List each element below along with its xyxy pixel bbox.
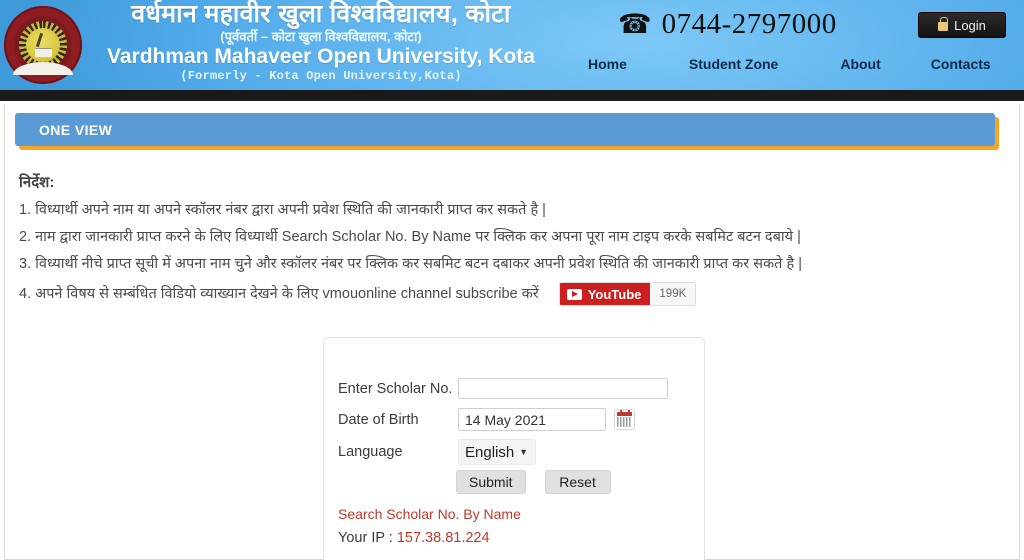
telephone-icon: ☎ xyxy=(618,9,652,39)
one-view-header-bar: ONE VIEW xyxy=(15,113,995,146)
logo-core xyxy=(26,28,60,62)
header-divider xyxy=(0,90,1024,101)
logo-book-icon xyxy=(34,48,52,57)
login-button-label: Login xyxy=(954,17,986,33)
calendar-header-bar xyxy=(617,412,632,416)
youtube-subscriber-count: 199K xyxy=(650,283,696,306)
page-container: ONE VIEW निर्देश: 1. विध्यार्थी अपने नाम… xyxy=(4,104,1020,560)
page-title: ONE VIEW xyxy=(39,121,113,138)
instruction-line-4: 4. अपने विषय से सम्बंधित विडियो व्याख्या… xyxy=(19,286,539,303)
youtube-play-icon xyxy=(566,288,582,300)
youtube-label: YouTube xyxy=(587,286,642,302)
login-button[interactable]: Login xyxy=(918,12,1006,38)
youtube-subscribe-badge[interactable]: YouTube 199K xyxy=(558,282,697,307)
search-by-name-row: Search Scholar No. By Name xyxy=(338,506,521,522)
ip-value: 157.38.81.224 xyxy=(396,530,490,546)
submit-button[interactable]: Submit xyxy=(456,470,526,494)
language-select[interactable]: English ▼ xyxy=(458,439,536,465)
vmou-emblem-logo xyxy=(4,6,82,84)
instructions-heading: निर्देश: xyxy=(19,174,55,191)
instruction-line-2: 2. नाम द्वारा जानकारी प्राप्त करने के लि… xyxy=(19,229,801,246)
university-former-name-english: (Formerly - Kota Open University,Kota) xyxy=(180,69,462,83)
ip-label: Your IP : xyxy=(338,530,393,546)
search-scholar-by-name-link[interactable]: Search Scholar No. By Name xyxy=(338,506,521,522)
site-header: वर्धमान महावीर खुला विश्वविद्यालय, कोटा … xyxy=(0,0,1024,90)
form-actions: Submit Reset xyxy=(456,470,611,494)
calendar-grid xyxy=(617,417,632,427)
instructions-section: निर्देश: 1. विध्यार्थी अपने नाम या अपने … xyxy=(19,172,979,307)
logo-torch-icon xyxy=(35,32,44,48)
scholar-number-label: Enter Scholar No. xyxy=(338,380,453,397)
nav-item-contacts[interactable]: Contacts xyxy=(931,56,991,72)
language-selected-value: English xyxy=(465,443,515,461)
logo-gear-ring xyxy=(19,21,67,69)
calendar-icon[interactable] xyxy=(614,409,635,430)
date-of-birth-label: Date of Birth xyxy=(338,411,419,428)
date-of-birth-row: Date of Birth xyxy=(338,408,635,431)
scholar-number-row: Enter Scholar No. xyxy=(338,378,668,399)
chevron-down-icon: ▼ xyxy=(519,447,528,457)
youtube-brand-block[interactable]: YouTube xyxy=(559,283,651,306)
nav-item-home[interactable]: Home xyxy=(588,56,627,72)
nav-item-about[interactable]: About xyxy=(840,56,880,72)
scholar-search-form: Enter Scholar No. Date of Birth Language… xyxy=(323,337,705,560)
phone-number: 0744-2797000 xyxy=(661,8,837,40)
contact-phone: ☎ 0744-2797000 xyxy=(618,10,837,39)
instruction-line-3: 3. विध्यार्थी नीचे प्राप्त सूची में अपना… xyxy=(19,256,802,273)
instruction-line-1: 1. विध्यार्थी अपने नाम या अपने स्कॉलर नं… xyxy=(19,202,546,218)
university-name-english: Vardhman Mahaveer Open University, Kota xyxy=(107,45,535,68)
reset-button[interactable]: Reset xyxy=(544,470,611,494)
university-title-block: वर्धमान महावीर खुला विश्वविद्यालय, कोटा … xyxy=(86,0,556,83)
scholar-number-input[interactable] xyxy=(458,378,668,399)
lock-icon xyxy=(938,17,949,31)
instruction-line-4-row: 4. अपने विषय से सम्बंधित विडियो व्याख्या… xyxy=(19,282,979,307)
date-of-birth-input[interactable] xyxy=(458,408,606,431)
language-label: Language xyxy=(338,444,403,460)
main-navigation: Home Student Zone About Contacts xyxy=(560,56,1000,72)
language-row: Language English ▼ xyxy=(338,439,536,465)
client-ip-row: Your IP : 157.38.81.224 xyxy=(338,530,490,546)
nav-item-student-zone[interactable]: Student Zone xyxy=(689,56,778,72)
university-former-name-hindi: (पूर्ववर्ती – कोटा खुला विश्वविद्यालय, क… xyxy=(220,29,422,44)
university-name-hindi: वर्धमान महावीर खुला विश्वविद्यालय, कोटा xyxy=(131,0,511,28)
